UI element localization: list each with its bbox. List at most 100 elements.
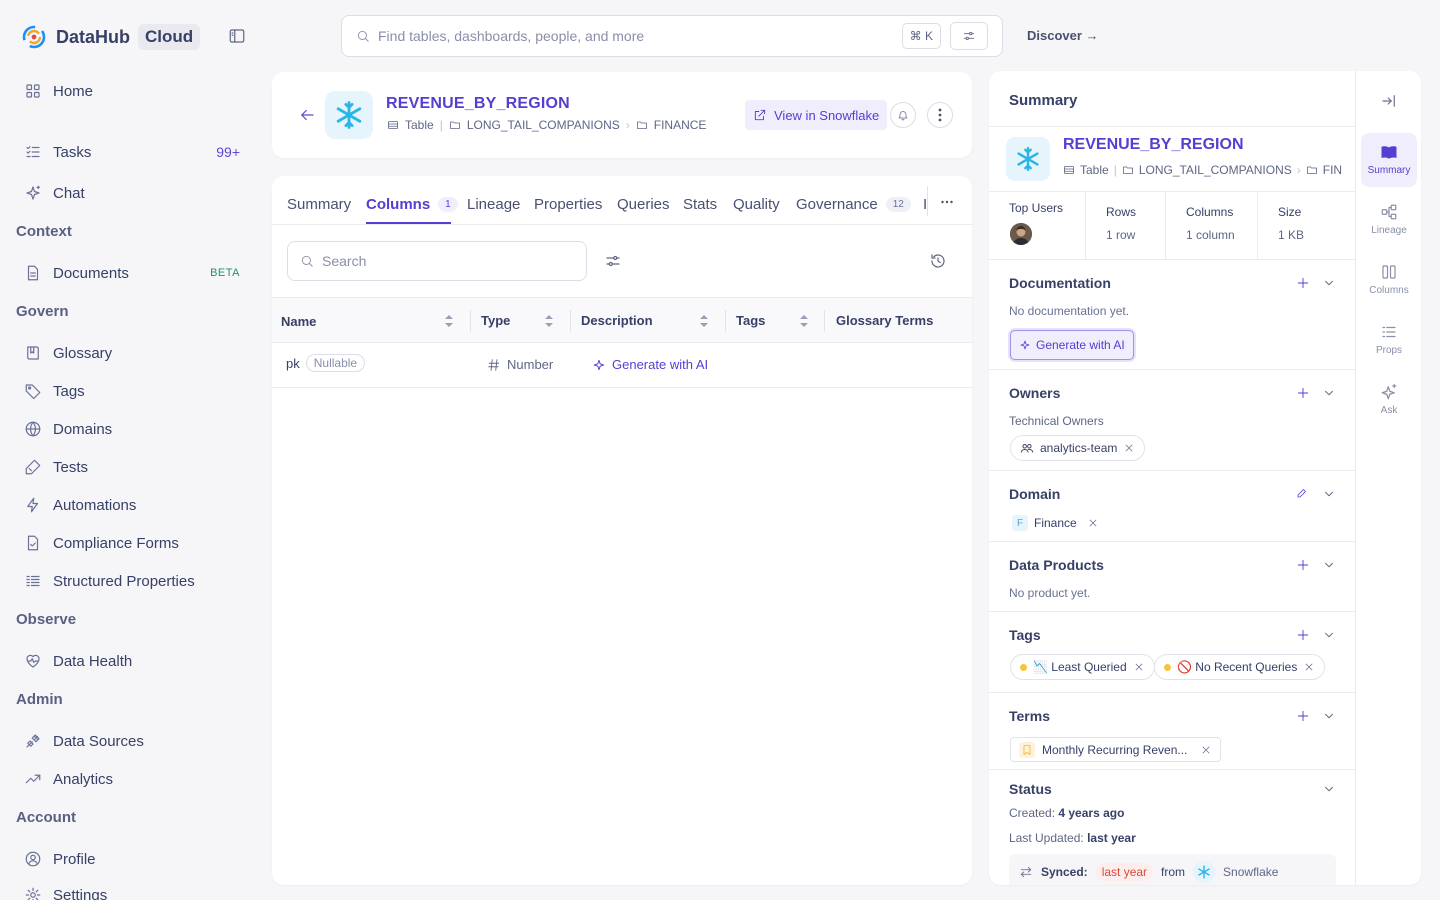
brand[interactable]: DataHub Cloud	[22, 24, 201, 50]
remove-tag-icon[interactable]	[1133, 661, 1145, 673]
breadcrumb-container[interactable]: LONG_TAIL_COMPANIONS	[467, 118, 620, 132]
search-filter-button[interactable]	[950, 22, 988, 50]
sort-icon[interactable]	[699, 314, 709, 328]
domain-chip[interactable]: F Finance	[1008, 510, 1103, 536]
column-filter-icon[interactable]	[604, 252, 622, 270]
back-arrow-icon[interactable]	[298, 106, 316, 124]
tag-chip[interactable]: 📉 Least Queried	[1010, 654, 1155, 680]
tag-chip[interactable]: 🚫 No Recent Queries	[1154, 654, 1326, 680]
sparkle-icon	[593, 359, 605, 370]
chevron-down-icon[interactable]	[1322, 628, 1336, 642]
edit-domain-icon[interactable]	[1296, 487, 1308, 499]
entity-title[interactable]: REVENUE_BY_REGION	[386, 95, 570, 113]
rail-lineage[interactable]: Lineage	[1361, 193, 1417, 247]
sidebar-item-data-sources[interactable]: Data Sources	[24, 728, 246, 754]
sidebar-item-tests[interactable]: Tests	[24, 454, 246, 480]
rail-ask[interactable]: Ask	[1361, 373, 1417, 427]
columns-panel: Summary Columns 1 Lineage Properties Quer…	[272, 176, 972, 885]
sidebar-item-data-health[interactable]: Data Health	[24, 648, 246, 674]
sidebar-item-compliance-forms[interactable]: Compliance Forms	[24, 530, 246, 556]
view-in-snowflake-button[interactable]: View in Snowflake	[745, 100, 888, 130]
summary-entity-name[interactable]: REVENUE_BY_REGION	[1063, 136, 1244, 154]
sliders-icon	[963, 32, 975, 40]
history-icon[interactable]	[929, 252, 947, 270]
sidebar-item-structured-properties[interactable]: Structured Properties	[24, 568, 246, 594]
tab-queries[interactable]: Queries	[617, 196, 670, 213]
column-search-input[interactable]: Search	[287, 241, 587, 281]
chevron-down-icon[interactable]	[1322, 276, 1336, 290]
summary-container[interactable]: LONG_TAIL_COMPANIONS	[1139, 163, 1292, 177]
sort-icon[interactable]	[444, 314, 454, 328]
sidebar-item-home[interactable]: Home	[24, 78, 246, 104]
chevron-down-icon[interactable]	[1322, 782, 1336, 796]
data-products-title: Data Products	[1009, 557, 1104, 573]
tag-label: 📉 Least Queried	[1033, 660, 1127, 674]
summary-schema[interactable]: FIN	[1323, 163, 1342, 177]
global-search-input[interactable]: Find tables, dashboards, people, and mor…	[341, 15, 1003, 57]
tab-label: Properties	[534, 196, 603, 213]
top-user-avatar[interactable]	[1010, 223, 1032, 245]
breadcrumb-schema[interactable]: FINANCE	[654, 118, 707, 132]
tab-lineage[interactable]: Lineage	[467, 196, 520, 213]
sidebar-item-glossary[interactable]: Glossary	[24, 340, 246, 366]
remove-owner-icon[interactable]	[1123, 442, 1135, 454]
chevron-down-icon[interactable]	[1322, 709, 1336, 723]
chevron-down-icon[interactable]	[1322, 386, 1336, 400]
column-header-tags[interactable]: Tags	[736, 313, 765, 328]
tab-columns[interactable]: Columns 1	[366, 196, 458, 213]
sidebar-item-label: Compliance Forms	[53, 534, 179, 552]
add-data-product-icon[interactable]	[1296, 558, 1310, 572]
more-actions-button[interactable]	[927, 102, 953, 128]
add-term-icon[interactable]	[1296, 709, 1310, 723]
generate-description-button[interactable]: Generate with AI	[592, 357, 708, 372]
sidebar-item-tags[interactable]: Tags	[24, 378, 246, 404]
sidebar-item-label: Profile	[53, 850, 96, 868]
tab-properties[interactable]: Properties	[534, 196, 602, 213]
owner-chip[interactable]: analytics-team	[1010, 435, 1146, 461]
sidebar-item-profile[interactable]: Profile	[24, 846, 246, 872]
collapse-panel-icon[interactable]	[1380, 92, 1398, 110]
column-name[interactable]: pk	[286, 356, 300, 371]
sidebar-item-settings[interactable]: Settings	[24, 882, 246, 900]
sidebar-item-domains[interactable]: Domains	[24, 416, 246, 442]
generate-documentation-button[interactable]: Generate with AI	[1010, 330, 1134, 360]
sort-icon[interactable]	[799, 314, 809, 328]
tag-color-dot	[1164, 663, 1171, 671]
sidebar-toggle-icon[interactable]	[228, 27, 250, 49]
more-tabs-icon[interactable]	[940, 195, 954, 209]
add-owner-icon[interactable]	[1296, 386, 1310, 400]
tab-stats[interactable]: Stats	[683, 196, 717, 213]
notification-bell-button[interactable]	[890, 102, 916, 128]
column-header-name[interactable]: Name	[281, 314, 316, 329]
remove-term-icon[interactable]	[1200, 744, 1212, 756]
chevron-down-icon[interactable]	[1322, 487, 1336, 501]
rail-summary[interactable]: Summary	[1361, 133, 1417, 187]
add-documentation-icon[interactable]	[1296, 276, 1310, 290]
column-header-description[interactable]: Description	[581, 313, 653, 328]
sidebar-item-automations[interactable]: Automations	[24, 492, 246, 518]
remove-tag-icon[interactable]	[1303, 661, 1315, 673]
sort-icon[interactable]	[544, 314, 554, 328]
tab-quality[interactable]: Quality	[733, 196, 780, 213]
column-header-glossary-terms[interactable]: Glossary Terms	[836, 313, 933, 328]
column-header-type[interactable]: Type	[481, 313, 510, 328]
add-tag-icon[interactable]	[1296, 628, 1310, 642]
remove-domain-icon[interactable]	[1087, 517, 1099, 529]
sidebar-item-tasks[interactable]: Tasks 99+	[24, 139, 246, 165]
rail-columns[interactable]: Columns	[1361, 253, 1417, 307]
rail-props[interactable]: Props	[1361, 313, 1417, 367]
sidebar-item-analytics[interactable]: Analytics	[24, 766, 246, 792]
tab-summary[interactable]: Summary	[287, 196, 351, 213]
discover-link[interactable]: Discover →	[1027, 28, 1099, 43]
chevron-down-icon[interactable]	[1322, 558, 1336, 572]
table-icon	[1064, 166, 1074, 174]
sidebar-item-documents[interactable]: Documents BETA	[24, 260, 246, 286]
synced-source[interactable]: Snowflake	[1223, 865, 1278, 879]
table-row[interactable]: pk Nullable Number Generate with AI	[272, 343, 972, 388]
size-value: 1 KB	[1278, 228, 1305, 242]
sidebar-item-chat[interactable]: Chat	[24, 180, 246, 206]
sidebar-item-label: Tasks	[53, 143, 92, 161]
tab-governance[interactable]: Governance 12	[796, 196, 911, 213]
sidebar-item-label: Settings	[53, 886, 108, 900]
term-chip[interactable]: Monthly Recurring Reven...	[1010, 737, 1222, 762]
